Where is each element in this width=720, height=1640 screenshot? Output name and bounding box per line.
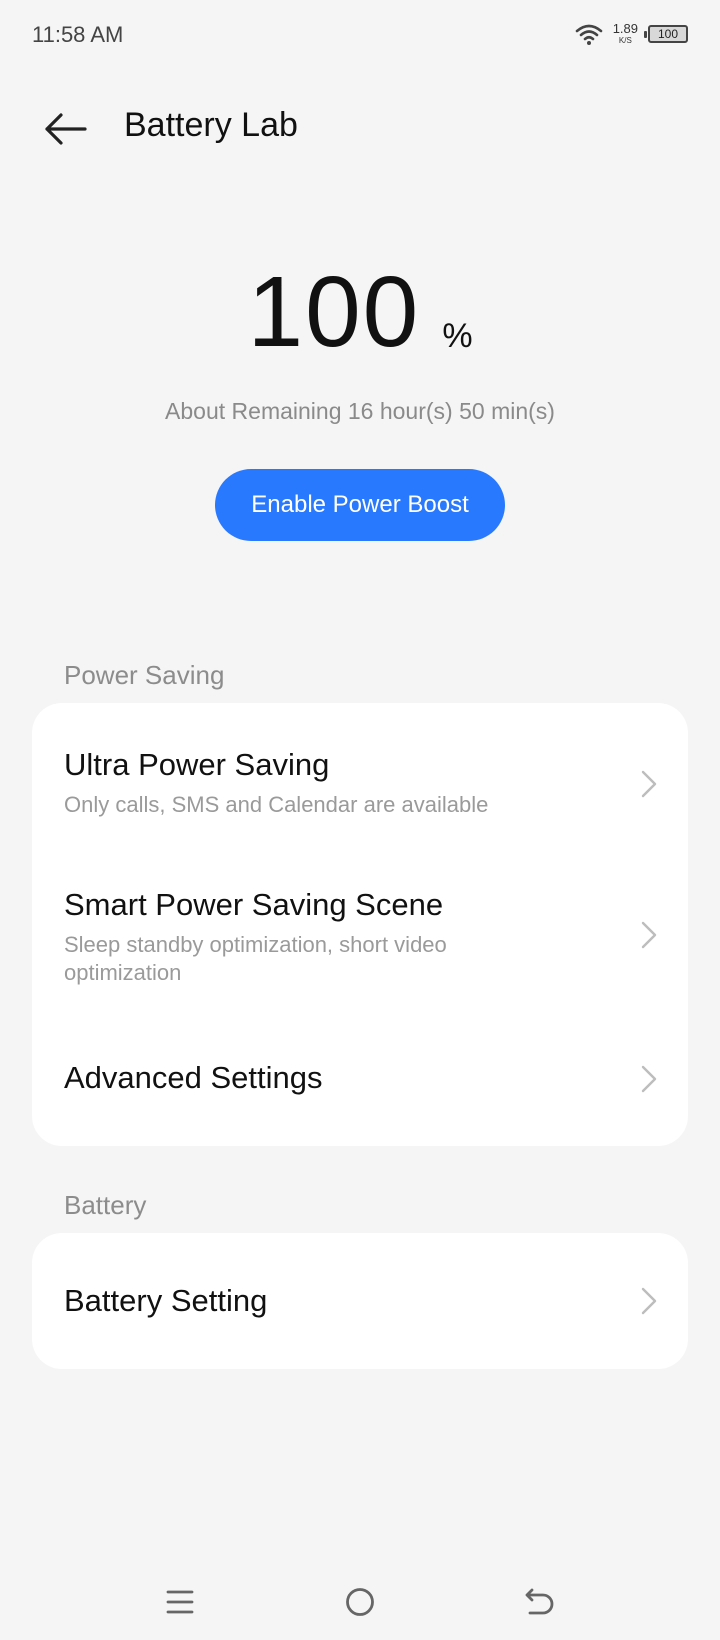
item-subtitle: Sleep standby optimization, short video … [64, 932, 447, 985]
percent-sign: % [442, 317, 473, 355]
back-button[interactable] [40, 104, 90, 154]
page-title: Battery Lab [124, 106, 298, 144]
status-bar: 11:58 AM 1.89 K/S 100 [0, 0, 720, 72]
network-speed-unit: K/S [618, 36, 632, 45]
advanced-settings-item[interactable]: Advanced Settings [32, 1008, 688, 1146]
menu-button[interactable] [158, 1580, 202, 1624]
chevron-right-icon [641, 921, 657, 949]
home-button[interactable] [338, 1580, 382, 1624]
section-title-battery: Battery [64, 1190, 147, 1220]
item-title: Battery Setting [64, 1283, 268, 1318]
item-title: Advanced Settings [64, 1060, 323, 1095]
chevron-right-icon [641, 1065, 657, 1093]
battery-setting-item[interactable]: Battery Setting [32, 1233, 688, 1369]
arrow-left-icon [45, 113, 87, 145]
home-icon [346, 1588, 374, 1616]
battery-level-display: 100 % [0, 262, 720, 362]
back-nav-icon [525, 1588, 554, 1615]
enable-power-boost-button[interactable]: Enable Power Boost [215, 469, 505, 541]
network-speed: 1.89 K/S [613, 22, 638, 45]
battery-percentage: 100 [247, 256, 421, 368]
back-nav-button[interactable] [518, 1580, 562, 1624]
item-title: Ultra Power Saving [64, 747, 330, 782]
network-speed-value: 1.89 [612, 21, 638, 36]
chevron-right-icon [641, 1287, 657, 1315]
status-time: 11:58 AM [32, 22, 124, 47]
smart-power-saving-scene-item[interactable]: Smart Power Saving Scene Sleep standby o… [32, 843, 688, 1008]
section-title-power-saving: Power Saving [64, 660, 225, 690]
header: Battery Lab [0, 84, 720, 174]
item-title: Smart Power Saving Scene [64, 887, 444, 922]
power-saving-card: Ultra Power Saving Only calls, SMS and C… [32, 703, 688, 1146]
ultra-power-saving-item[interactable]: Ultra Power Saving Only calls, SMS and C… [32, 703, 688, 843]
chevron-right-icon [641, 770, 657, 798]
menu-icon [166, 1590, 194, 1614]
battery-card: Battery Setting [32, 1233, 688, 1369]
remaining-time: About Remaining 16 hour(s) 50 min(s) [165, 398, 555, 424]
wifi-icon [575, 23, 603, 45]
battery-icon: 100 [644, 24, 688, 43]
status-icons: 1.89 K/S 100 [575, 22, 688, 45]
navigation-bar [0, 1560, 720, 1640]
item-subtitle: Only calls, SMS and Calendar are availab… [64, 792, 489, 817]
